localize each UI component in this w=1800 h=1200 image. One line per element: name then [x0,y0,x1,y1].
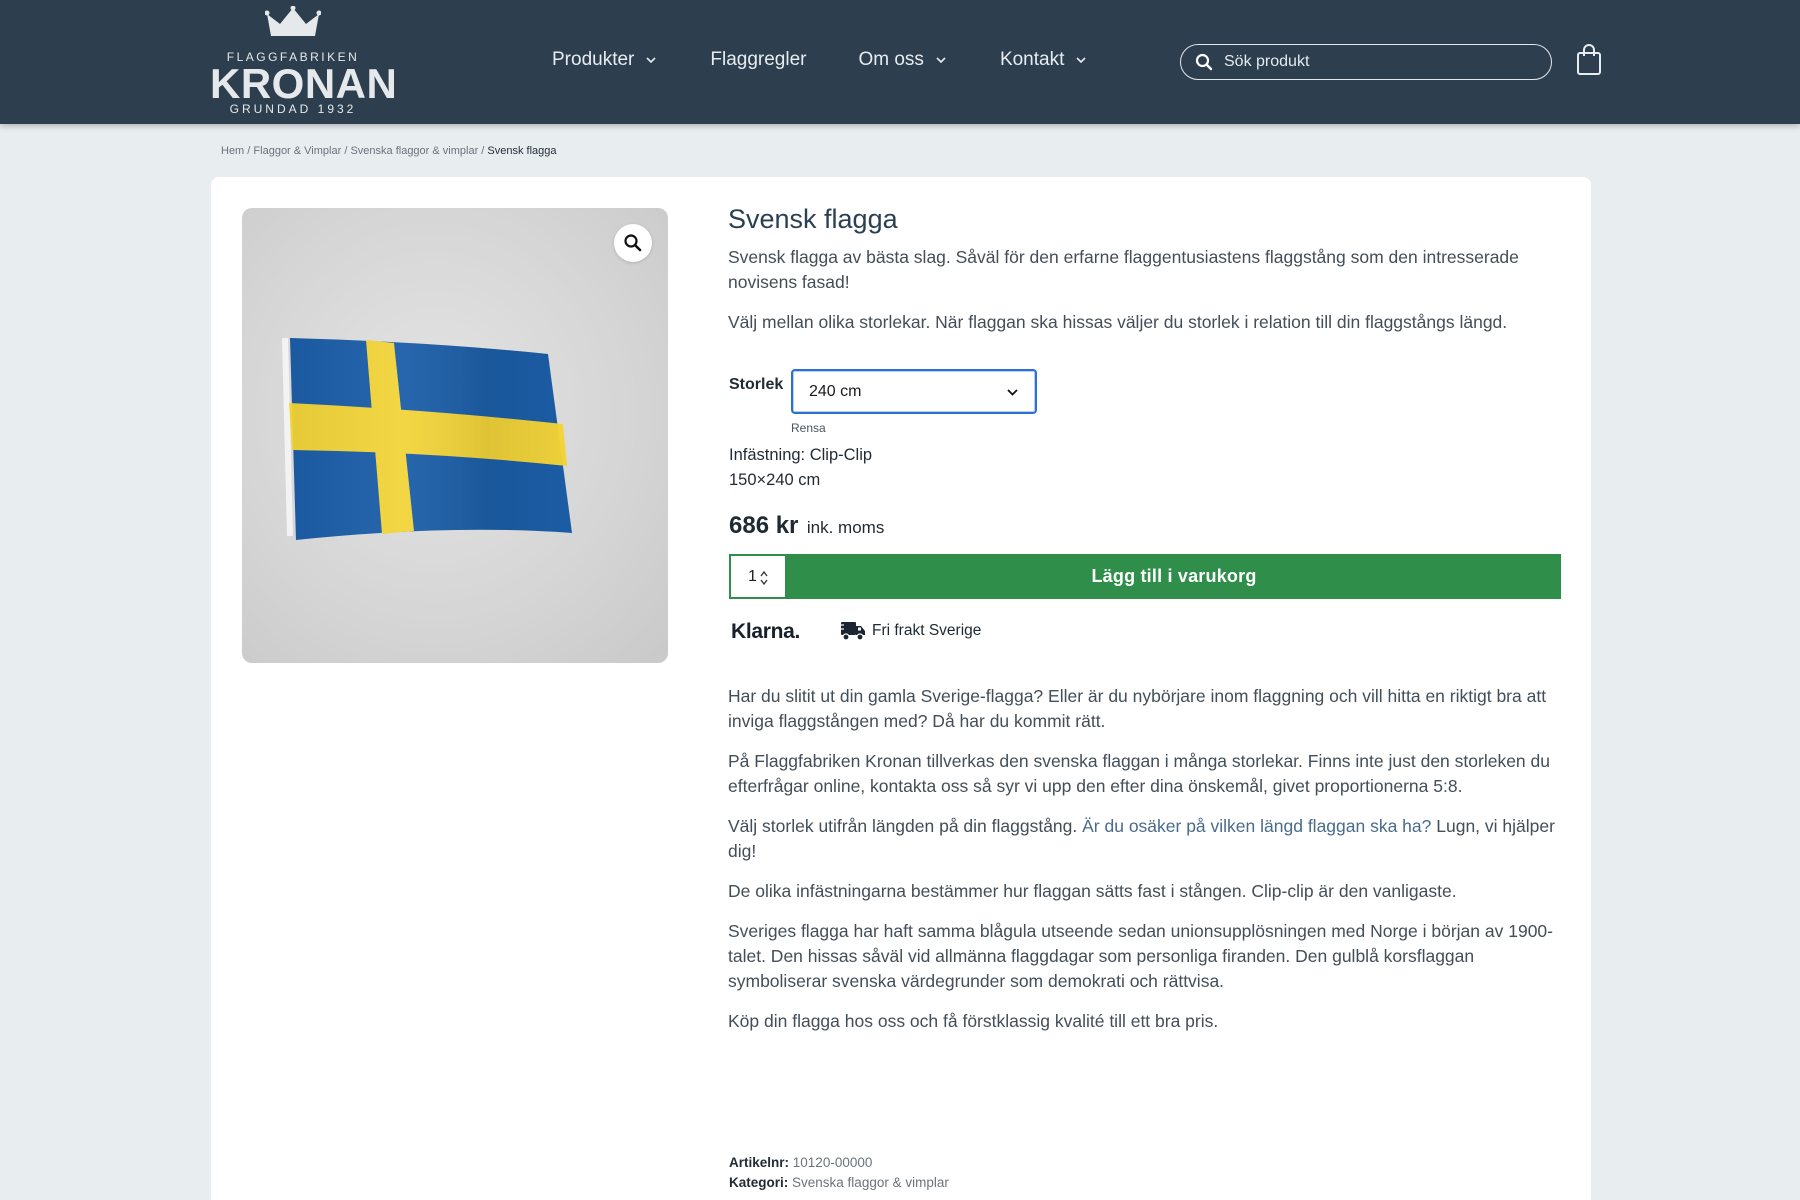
breadcrumb-separator: / [344,145,348,157]
breadcrumb-current: Svensk flagga [487,145,557,157]
flag-size-guide-link[interactable]: Är du osäker på vilken längd flaggan ska… [1082,816,1431,836]
description-text: Välj storlek utifrån längden på din flag… [728,816,1083,836]
quantity-value: 1 [748,567,757,585]
nav-item-produkter[interactable]: Produkter [552,46,658,74]
clear-selection-link[interactable]: Rensa [791,421,826,435]
breadcrumb-link-hem[interactable]: Hem [221,145,244,157]
category-label: Kategori: [729,1175,789,1190]
logo[interactable]: FLAGGFABRIKEN KRONAN GRUNDAD 1932 [210,6,398,118]
breadcrumb-separator: / [481,145,485,157]
sku-value: 10120-00000 [792,1155,873,1170]
product-size-hint: Välj mellan olika storlekar. När flaggan… [728,312,1508,332]
nav-item-label: Flaggregler [710,49,807,70]
description-paragraph: De olika infästningarna bestämmer hur fl… [728,881,1457,901]
magnifier-icon [624,234,642,252]
nav-item-kontakt[interactable]: Kontakt [1000,46,1088,74]
sku-label: Artikelnr: [729,1155,790,1170]
crown-icon [265,6,321,36]
nav-item-flaggregler[interactable]: Flaggregler [710,46,806,74]
nav-item-label: Kontakt [999,49,1065,70]
description-paragraph: Välj storlek utifrån längden på din flag… [728,814,1558,864]
attachment-info: Infästning: Clip-Clip [729,446,873,464]
breadcrumb-separator: / [247,145,251,157]
add-to-cart-row: 1 Lägg till i varukorg [729,554,1561,599]
site-header: FLAGGFABRIKEN KRONAN GRUNDAD 1932 Produk… [0,0,1800,124]
product-image[interactable] [242,208,668,663]
spinner-arrows-icon[interactable] [759,569,769,587]
nav-item-om-oss[interactable]: Om oss [858,46,947,74]
add-to-cart-button[interactable]: Lägg till i varukorg [787,554,1561,599]
quantity-stepper[interactable]: 1 [729,554,787,599]
size-label: Storlek [729,376,784,393]
category-link[interactable]: Svenska flaggor & vimplar [792,1175,949,1190]
sku-info: Artikelnr: 10120-00000 [729,1155,872,1170]
chevron-down-icon [1007,389,1018,396]
main-nav: Produkter Flaggregler Om oss Kontakt [552,46,1140,74]
nav-item-label: Om oss [858,49,924,70]
size-select[interactable]: 240 cm [791,369,1037,414]
swedish-flag-image [282,337,572,540]
nav-item-label: Produkter [552,49,635,70]
description-paragraph: På Flaggfabriken Kronan tillverkas den s… [728,751,1550,796]
breadcrumb-link-svenska-flaggor[interactable]: Svenska flaggor & vimplar [350,145,478,157]
description-paragraph: Har du slitit ut din gamla Sverige-flagg… [728,686,1547,731]
price: 686 kr ink. moms [729,512,884,540]
category-info: Kategori: Svenska flaggor & vimplar [729,1175,949,1190]
free-shipping-label: Fri frakt Sverige [872,622,982,639]
search-box [1180,44,1552,80]
logo-founded: GRUNDAD 1932 [229,102,357,116]
breadcrumb-link-flaggor-vimplar[interactable]: Flaggor & Vimplar [253,145,341,157]
chevron-down-icon [936,57,946,64]
truck-icon [838,622,865,641]
chevron-down-icon [646,57,656,64]
search-icon[interactable] [1195,53,1213,71]
shopping-bag-icon[interactable] [1576,44,1602,76]
image-zoom-button[interactable] [614,224,652,262]
description-paragraph: Sveriges flagga har haft samma blågula u… [728,921,1553,991]
logo-name: KRONAN [210,60,398,107]
description-paragraph: Köp din flagga hos oss och få förstklass… [728,1011,1219,1031]
price-amount: 686 kr [729,512,799,539]
product-title: Svensk flagga [728,204,898,234]
chevron-down-icon [1076,57,1086,64]
price-tax-note: ink. moms [806,518,885,537]
breadcrumb: Hem / Flaggor & Vimplar / Svenska flaggo… [221,145,557,157]
search-input[interactable] [1224,53,1524,71]
klarna-logo: Klarna. [731,620,801,643]
dimensions-info: 150×240 cm [729,471,821,489]
product-intro: Svensk flagga av bästa slag. Såväl för d… [728,247,1519,292]
size-select-value: 240 cm [809,382,862,400]
